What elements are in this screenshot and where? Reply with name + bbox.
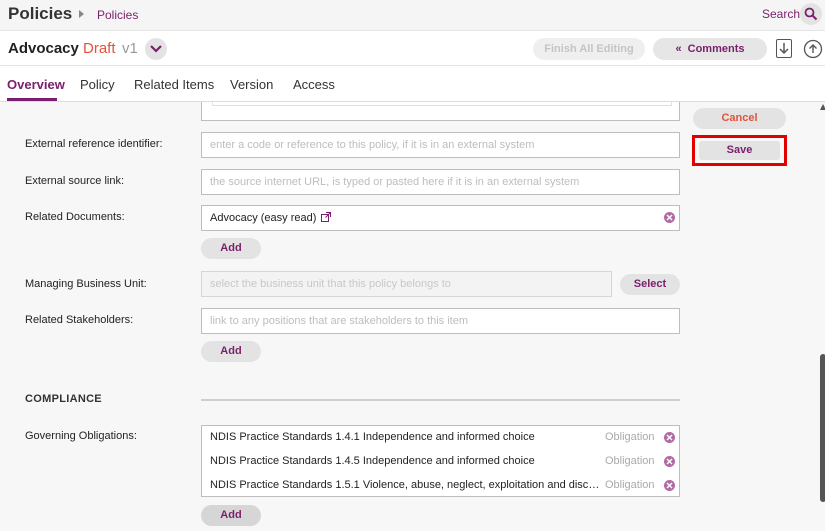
comments-label: Comments [687, 43, 745, 55]
remove-document-icon[interactable] [664, 212, 675, 223]
save-button[interactable]: Save [699, 141, 780, 160]
breadcrumb-policies[interactable]: Policies [97, 8, 138, 22]
add-related-document-button[interactable]: Add [201, 238, 261, 259]
tab-access[interactable]: Access [293, 77, 335, 92]
active-tab-indicator [7, 98, 57, 101]
chevron-double-left-icon: « [675, 43, 682, 55]
external-source-link-label: External source link: [25, 175, 125, 187]
external-reference-label: External reference identifier: [25, 138, 163, 150]
tab-related-items[interactable]: Related Items [134, 77, 214, 92]
add-stakeholder-button[interactable]: Add [201, 341, 261, 362]
obligation-row: NDIS Practice Standards 1.5.1 Violence, … [202, 474, 679, 498]
external-link-icon[interactable] [321, 212, 332, 222]
breadcrumb-arrow-icon [79, 10, 84, 18]
obligation-type: Obligation [605, 431, 655, 443]
remove-obligation-icon[interactable] [664, 456, 675, 467]
compliance-divider [201, 399, 680, 401]
save-highlight-box: Save [692, 135, 787, 166]
finish-all-editing-button[interactable]: Finish All Editing [533, 38, 645, 60]
tab-overview[interactable]: Overview [7, 77, 65, 92]
select-business-unit-button[interactable]: Select [620, 274, 680, 295]
related-stakeholders-label: Related Stakeholders: [25, 314, 134, 326]
related-documents-label: Related Documents: [25, 211, 125, 223]
document-status: Draft [83, 40, 116, 57]
related-documents-field: Advocacy (easy read) [201, 205, 680, 231]
external-reference-input[interactable]: enter a code or reference to this policy… [201, 132, 680, 158]
governing-obligations-label: Governing Obligations: [25, 430, 137, 442]
remove-obligation-icon[interactable] [664, 432, 675, 443]
obligation-row: NDIS Practice Standards 1.4.1 Independen… [202, 426, 679, 450]
external-source-link-input[interactable]: the source internet URL, is typed or pas… [201, 169, 680, 195]
version-dropdown-button[interactable] [145, 38, 167, 60]
compliance-heading: COMPLIANCE [25, 393, 102, 405]
chevron-down-icon [150, 45, 162, 53]
tab-policy[interactable]: Policy [80, 77, 115, 92]
upload-icon[interactable] [803, 39, 823, 59]
remove-obligation-icon[interactable] [664, 480, 675, 491]
document-version: v1 [122, 40, 138, 57]
app-title: Policies [8, 4, 73, 23]
previous-field-inner [212, 102, 672, 106]
obligation-text[interactable]: NDIS Practice Standards 1.4.1 Independen… [210, 431, 600, 443]
document-title: Advocacy [8, 40, 79, 57]
form-content: External reference identifier: enter a c… [0, 102, 692, 531]
add-obligation-button[interactable]: Add [201, 505, 261, 526]
action-column: Cancel Save [692, 102, 825, 531]
search-icon [804, 7, 818, 21]
related-stakeholders-input[interactable]: link to any positions that are stakehold… [201, 308, 680, 334]
cancel-button[interactable]: Cancel [693, 108, 786, 129]
document-title-bar: Advocacy Draft v1 Finish All Editing « Co… [0, 30, 825, 66]
tab-version[interactable]: Version [230, 77, 273, 92]
related-document-link[interactable]: Advocacy (easy read) [210, 212, 316, 224]
obligation-text[interactable]: NDIS Practice Standards 1.5.1 Violence, … [210, 479, 600, 491]
search-button[interactable] [800, 3, 822, 25]
comments-button[interactable]: « Comments [653, 38, 767, 60]
managing-business-unit-label: Managing Business Unit: [25, 278, 147, 290]
scrollbar-thumb[interactable] [820, 354, 825, 502]
top-bar: Policies Policies Search [0, 0, 825, 30]
download-icon[interactable] [776, 39, 792, 58]
obligation-row: NDIS Practice Standards 1.4.5 Independen… [202, 450, 679, 474]
scroll-up-arrow-icon[interactable] [820, 104, 825, 110]
obligation-text[interactable]: NDIS Practice Standards 1.4.5 Independen… [210, 455, 600, 467]
governing-obligations-list: NDIS Practice Standards 1.4.1 Independen… [201, 425, 680, 497]
obligation-type: Obligation [605, 479, 655, 491]
managing-business-unit-input: select the business unit that this polic… [201, 271, 612, 297]
previous-field-box[interactable] [201, 102, 680, 121]
search-link[interactable]: Search [762, 7, 800, 21]
tab-bar: Overview Policy Related Items Version Ac… [0, 66, 825, 102]
obligation-type: Obligation [605, 455, 655, 467]
